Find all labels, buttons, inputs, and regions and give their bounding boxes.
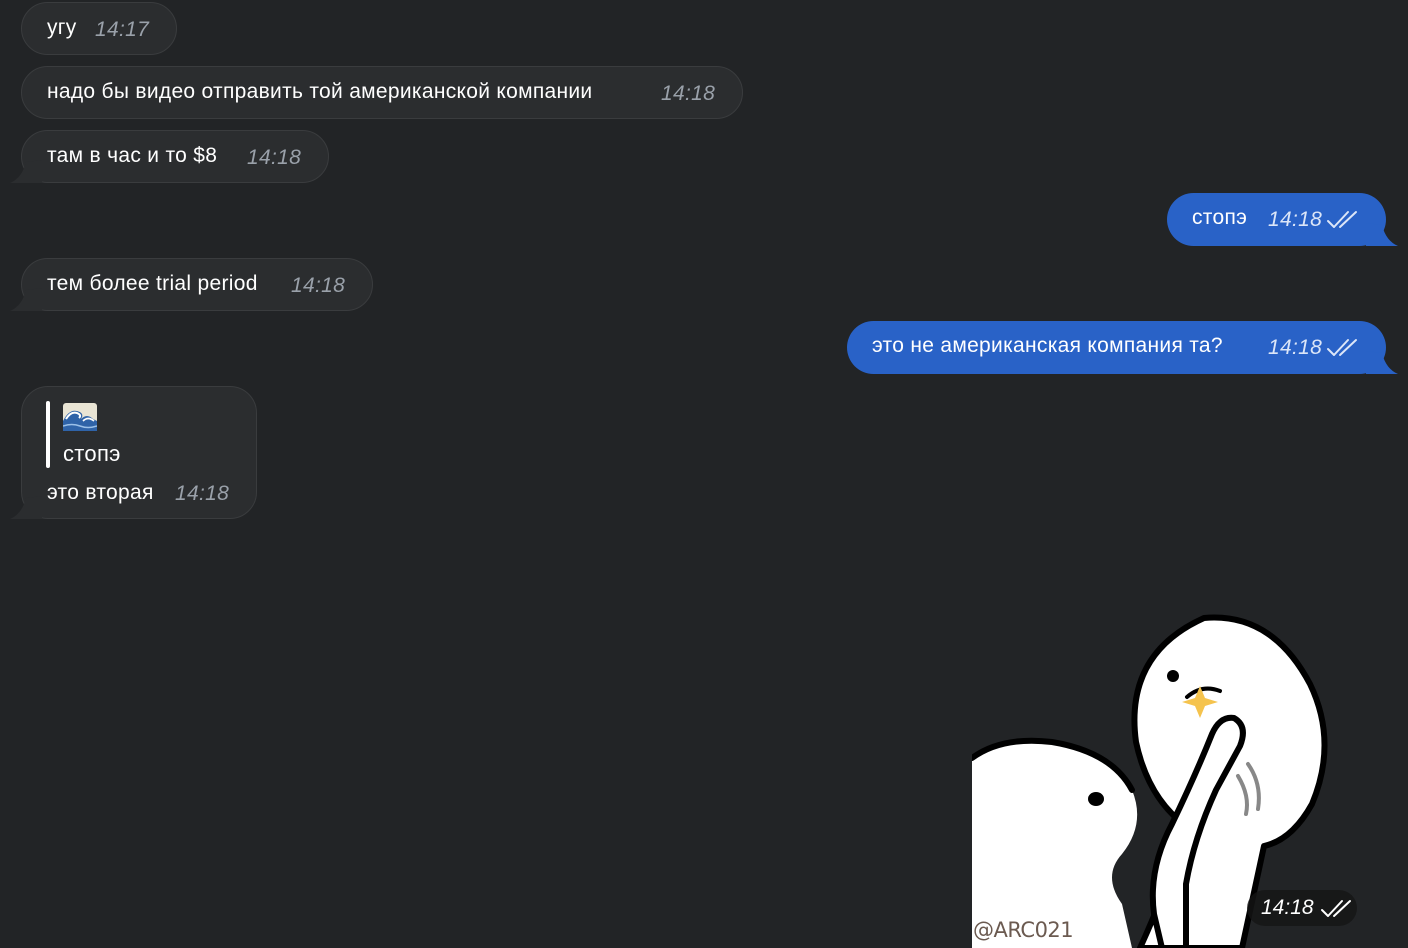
sticker-time: 14:18 <box>1261 896 1314 919</box>
message-text: там в час и то $8 <box>47 144 218 167</box>
bubble-tail <box>1366 223 1398 246</box>
incoming-message[interactable]: тем более trial period 14:18 <box>21 258 373 311</box>
bubble-tail <box>1366 351 1398 374</box>
outgoing-message[interactable]: это не американская компания та? 14:18 <box>847 321 1386 374</box>
bubble-tail <box>10 288 42 311</box>
outgoing-message[interactable]: стопэ 14:18 <box>1167 193 1386 246</box>
message-time: 14:18 <box>247 146 302 169</box>
reply-quote-text: стопэ <box>63 441 121 466</box>
message-text: стопэ <box>1192 206 1248 229</box>
message-text: это вторая <box>47 481 154 504</box>
double-check-icon <box>1321 900 1351 917</box>
message-text: надо бы видео отправить той американской… <box>47 80 593 103</box>
chat-area: угу 14:17 надо бы видео отправить той ам… <box>0 0 1408 948</box>
reply-quote-bar <box>46 401 50 468</box>
incoming-message[interactable]: надо бы видео отправить той американской… <box>21 66 743 119</box>
sticker-signature: @ARC021 <box>973 918 1074 942</box>
wave-emoji-icon <box>63 403 97 431</box>
message-time: 14:18 <box>1268 208 1323 231</box>
message-time: 14:18 <box>661 82 716 105</box>
message-time: 14:18 <box>291 274 346 297</box>
message-text: это не американская компания та? <box>872 334 1223 357</box>
double-check-icon <box>1327 339 1357 356</box>
message-text: угу <box>47 16 77 39</box>
message-time: 14:18 <box>1268 336 1323 359</box>
incoming-message[interactable]: там в час и то $8 14:18 <box>21 130 329 183</box>
message-time: 14:18 <box>175 482 230 505</box>
sticker-time-badge: 14:18 <box>1247 890 1357 926</box>
bubble-tail <box>10 496 42 519</box>
bubble-tail <box>10 160 42 183</box>
double-check-icon <box>1327 211 1357 228</box>
incoming-message[interactable]: угу 14:17 <box>21 2 177 55</box>
message-text: тем более trial period <box>47 272 258 295</box>
incoming-reply-message[interactable]: стопэ это вторая 14:18 <box>21 386 257 519</box>
message-time: 14:17 <box>95 18 150 41</box>
